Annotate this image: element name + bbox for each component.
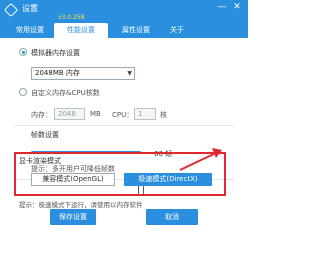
arrow-line [179, 151, 219, 171]
arrow-head [212, 148, 222, 158]
save-button[interactable]: 保存设置 [50, 209, 96, 225]
version-text: v3.0.258 [58, 14, 85, 21]
cancel-button[interactable]: 取消 [146, 209, 198, 225]
annotation-arrow [179, 148, 222, 171]
